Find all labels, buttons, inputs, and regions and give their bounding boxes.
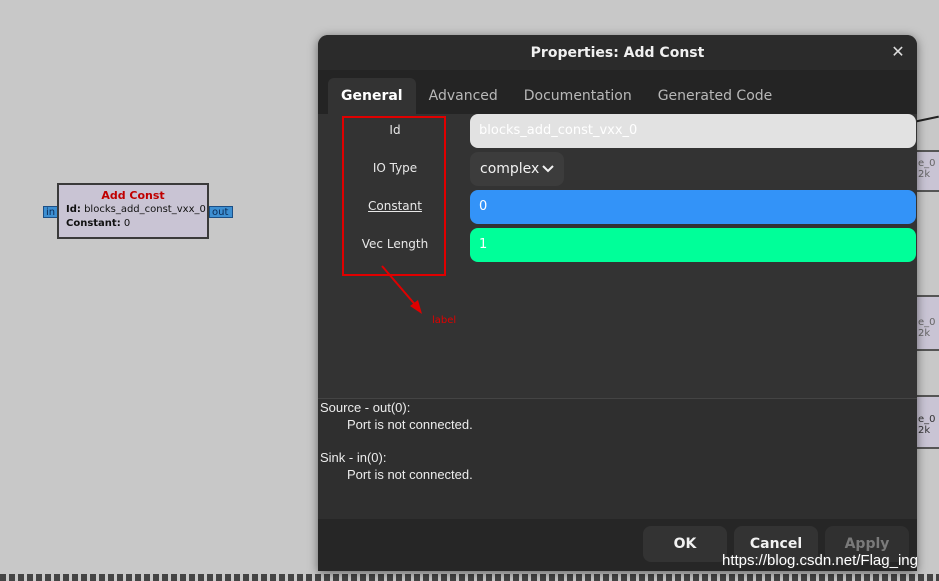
block-constant-label: Constant: — [66, 218, 121, 229]
io-type-dropdown[interactable]: complex — [470, 152, 564, 186]
bg-block-label: 2k — [918, 169, 931, 180]
properties-dialog: Properties: Add Const ✕ General Advanced… — [318, 35, 917, 571]
block-port-in[interactable]: in — [43, 206, 58, 218]
bg-block-label: e_0 — [918, 158, 936, 169]
block-port-out[interactable]: out — [209, 206, 233, 218]
tab-bar: General Advanced Documentation Generated… — [318, 70, 917, 114]
add-const-block[interactable]: Add Const Id: blocks_add_const_vxx_0 Con… — [57, 183, 209, 239]
annotation-box — [342, 116, 446, 276]
sink-port-header: Sink - in(0): — [320, 450, 387, 465]
ports-info-panel: Source - out(0): Port is not connected. … — [318, 399, 917, 519]
tab-documentation[interactable]: Documentation — [511, 78, 645, 114]
block-title: Add Const — [101, 189, 165, 202]
watermark: https://blog.csdn.net/Flag_ing — [722, 552, 918, 569]
block-id-line: Id: blocks_add_const_vxx_0 — [59, 202, 207, 218]
dialog-title: Properties: Add Const — [530, 44, 705, 61]
close-icon[interactable]: ✕ — [888, 42, 908, 62]
ok-button[interactable]: OK — [643, 526, 727, 562]
bg-block-label: e_0 — [918, 317, 936, 328]
canvas-scroll-strip — [0, 574, 939, 581]
annotation-arrow-icon — [381, 265, 422, 314]
tab-general[interactable]: General — [328, 78, 416, 114]
bg-block-label: 2k — [918, 425, 931, 436]
params-panel: Id IO Type complex Constant Vec Length l… — [318, 114, 917, 398]
io-type-value: complex — [480, 161, 540, 177]
bg-block-label: e_0 — [918, 414, 936, 425]
block-id-label: Id: — [66, 204, 81, 215]
id-input[interactable] — [470, 114, 916, 148]
dialog-titlebar[interactable]: Properties: Add Const ✕ — [318, 35, 917, 70]
source-port-status: Port is not connected. — [347, 417, 473, 432]
block-constant-line: Constant: 0 — [59, 218, 207, 230]
annotation-label: label — [432, 315, 457, 326]
tab-advanced[interactable]: Advanced — [416, 78, 511, 114]
vec-length-input[interactable] — [470, 228, 916, 262]
block-constant-value: 0 — [123, 218, 131, 229]
constant-input[interactable] — [470, 190, 916, 224]
block-id-value: blocks_add_const_vxx_0 — [84, 204, 206, 215]
bg-block-label: 2k — [918, 328, 931, 339]
tab-generated-code[interactable]: Generated Code — [645, 78, 786, 114]
sink-port-status: Port is not connected. — [347, 467, 473, 482]
source-port-header: Source - out(0): — [320, 400, 411, 415]
